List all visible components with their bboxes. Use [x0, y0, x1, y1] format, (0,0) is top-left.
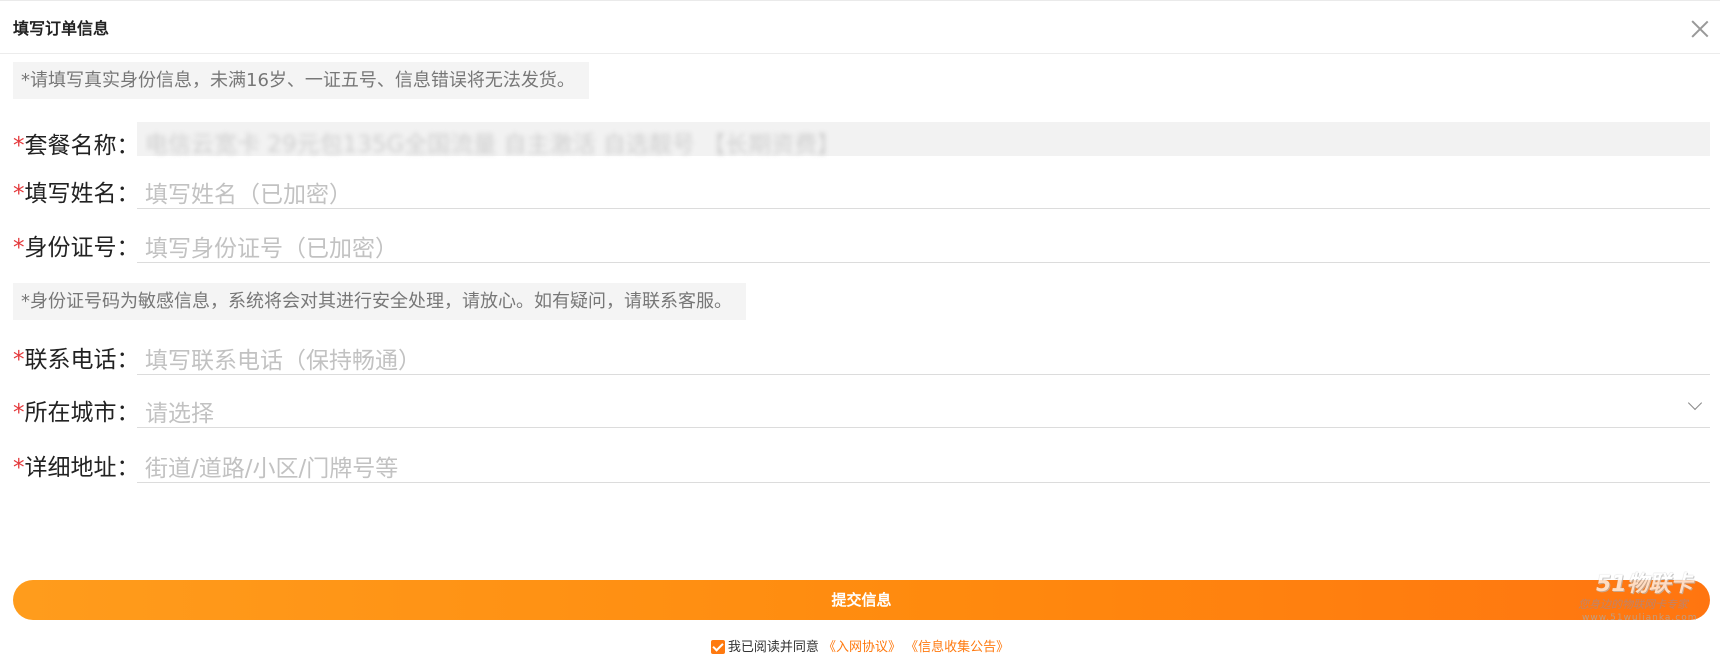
address-label: *详细地址： [13, 455, 140, 481]
watermark-tagline: 您身边的物联网卡专家 [1578, 598, 1688, 611]
address-row: *详细地址： 街道/道路/小区/门牌号等 [13, 444, 1710, 484]
name-input[interactable]: 填写姓名（已加密） [137, 170, 1710, 209]
phone-placeholder: 填写联系电话（保持畅通） [145, 348, 421, 374]
watermark-logo: 51物联卡 [1596, 572, 1693, 597]
name-placeholder: 填写姓名（已加密） [145, 182, 352, 208]
phone-input[interactable]: 填写联系电话（保持畅通） [137, 336, 1710, 375]
city-row: *所在城市： 请选择 [13, 389, 1710, 429]
agreement: 我已阅读并同意 《入网协议》 《信息收集公告》 [0, 636, 1720, 655]
submit-button[interactable]: 提交信息 [13, 580, 1710, 620]
idcard-input[interactable]: 填写身份证号（已加密） [137, 224, 1710, 263]
package-value: 电信云宽卡 29元包135G全国流量 自主激活 自选靓号 【长期资费】 [145, 132, 841, 158]
idcard-notice: *身份证号码为敏感信息，系统将会对其进行安全处理，请放心。如有疑问，请联系客服。 [13, 283, 746, 320]
package-label: *套餐名称： [13, 133, 140, 159]
name-label: *填写姓名： [13, 181, 140, 207]
idcard-label: *身份证号： [13, 235, 140, 261]
dialog-title: 填写订单信息 [13, 19, 110, 38]
watermark: 51物联卡 您身边的物联网卡专家 www.51wulianka.com [1578, 566, 1720, 628]
phone-label: *联系电话： [13, 347, 140, 373]
address-input[interactable]: 街道/道路/小区/门牌号等 [137, 444, 1710, 483]
chevron-down-icon[interactable] [1687, 395, 1703, 411]
info-collection-link[interactable]: 《信息收集公告》 [905, 640, 1009, 655]
package-field: 电信云宽卡 29元包135G全国流量 自主激活 自选靓号 【长期资费】 [137, 122, 1710, 158]
name-row: *填写姓名： 填写姓名（已加密） [13, 170, 1710, 210]
watermark-url: www.51wulianka.com [1582, 613, 1698, 623]
address-placeholder: 街道/道路/小区/门牌号等 [145, 456, 399, 482]
idcard-placeholder: 填写身份证号（已加密） [145, 236, 398, 262]
phone-row: *联系电话： 填写联系电话（保持畅通） [13, 336, 1710, 376]
city-label: *所在城市： [13, 400, 140, 426]
dialog-header: 填写订单信息 [0, 1, 1720, 54]
idcard-row: *身份证号： 填写身份证号（已加密） [13, 224, 1710, 264]
city-placeholder: 请选择 [145, 401, 214, 427]
agree-text: 我已阅读并同意 [727, 640, 819, 655]
identity-notice: *请填写真实身份信息，未满16岁、一证五号、信息错误将无法发货。 [13, 62, 589, 99]
close-icon[interactable] [1690, 19, 1710, 39]
city-select[interactable]: 请选择 [137, 389, 1710, 428]
package-row: *套餐名称： 电信云宽卡 29元包135G全国流量 自主激活 自选靓号 【长期资… [13, 122, 1710, 162]
network-agreement-link[interactable]: 《入网协议》 [823, 640, 901, 655]
agree-checkbox[interactable] [710, 640, 725, 654]
